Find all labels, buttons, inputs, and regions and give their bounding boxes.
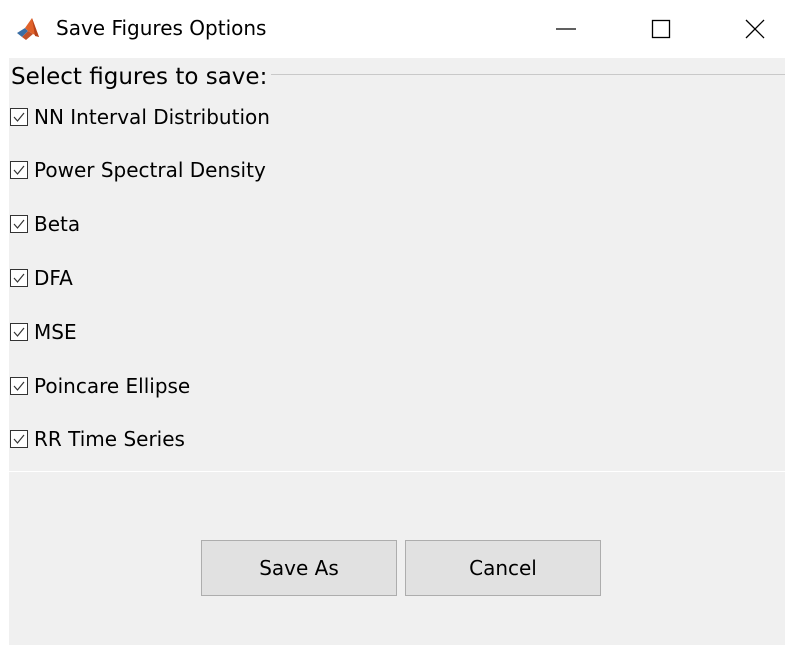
checkbox-box[interactable] [10, 323, 28, 341]
checkbox-box[interactable] [10, 161, 28, 179]
panel-title: Select figures to save: [11, 62, 272, 92]
checkbox-label[interactable]: Poincare Ellipse [34, 373, 190, 399]
checkbox-beta[interactable]: Beta [10, 211, 80, 237]
checkbox-nn-interval-distribution[interactable]: NN Interval Distribution [10, 104, 270, 130]
checkbox-label[interactable]: Beta [34, 211, 80, 237]
checkbox-poincare-ellipse[interactable]: Poincare Ellipse [10, 373, 190, 399]
checkmark-icon [13, 381, 25, 391]
close-icon [744, 18, 766, 40]
checkbox-box[interactable] [10, 108, 28, 126]
checkbox-label[interactable]: DFA [34, 265, 73, 291]
checkbox-box[interactable] [10, 377, 28, 395]
maximize-button[interactable] [631, 0, 691, 58]
checkbox-box[interactable] [10, 269, 28, 287]
checkbox-mse[interactable]: MSE [10, 319, 77, 345]
checkbox-box[interactable] [10, 430, 28, 448]
close-button[interactable] [725, 0, 785, 58]
title-bar[interactable]: Save Figures Options [0, 0, 785, 58]
matlab-icon [15, 16, 41, 42]
checkmark-icon [13, 112, 25, 122]
checkbox-label[interactable]: NN Interval Distribution [34, 104, 270, 130]
checkmark-icon [13, 273, 25, 283]
checkmark-icon [13, 165, 25, 175]
checkmark-icon [13, 434, 25, 444]
checkmark-icon [13, 327, 25, 337]
checkbox-label[interactable]: Power Spectral Density [34, 157, 266, 183]
checkbox-dfa[interactable]: DFA [10, 265, 73, 291]
checkbox-label[interactable]: MSE [34, 319, 77, 345]
minimize-icon [555, 18, 577, 40]
save-figures-dialog: Save Figures Options Select figures to s… [0, 0, 785, 645]
checkbox-rr-time-series[interactable]: RR Time Series [10, 426, 185, 452]
checkbox-power-spectral-density[interactable]: Power Spectral Density [10, 157, 266, 183]
checkbox-box[interactable] [10, 215, 28, 233]
save-as-button[interactable]: Save As [201, 540, 397, 596]
maximize-icon [650, 18, 672, 40]
window-title: Save Figures Options [56, 16, 267, 40]
checkbox-label[interactable]: RR Time Series [34, 426, 185, 452]
content-panel: Select figures to save: NN Interval Dist… [9, 58, 785, 645]
minimize-button[interactable] [536, 0, 596, 58]
checkmark-icon [13, 219, 25, 229]
cancel-button[interactable]: Cancel [405, 540, 601, 596]
panel-divider [9, 471, 785, 472]
